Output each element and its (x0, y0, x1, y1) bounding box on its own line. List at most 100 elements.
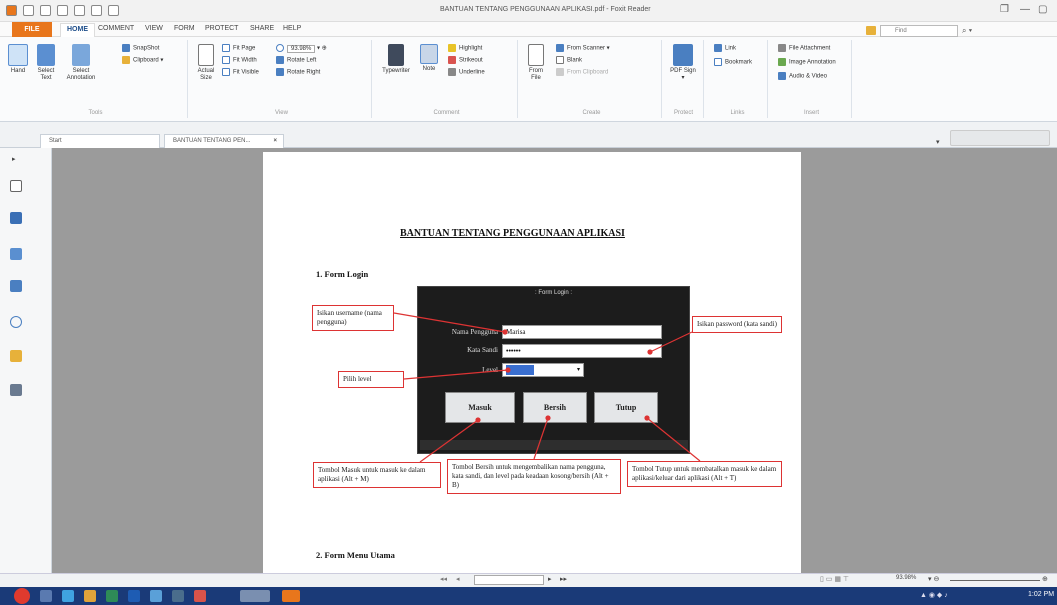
status-zoom[interactable]: 93.98% (896, 575, 916, 581)
tab-form[interactable]: FORM (174, 25, 195, 32)
taskbar-app-icon[interactable] (40, 590, 52, 602)
taskbar-app-icon[interactable] (62, 590, 74, 602)
blank-button[interactable]: Blank (556, 56, 582, 64)
from-file-icon (528, 44, 544, 66)
system-tray-icons[interactable]: ▲ ◉ ◆ ♪ (920, 591, 948, 599)
bookmarks-icon[interactable] (10, 212, 22, 224)
maximize-icon[interactable]: ▢ (1038, 4, 1047, 15)
zoom-icon (276, 44, 284, 52)
zoom-combo[interactable]: 93.98% ▾ ⊕ (276, 44, 327, 53)
next-page-icon[interactable]: ▸ (548, 575, 552, 583)
snapshot-button[interactable]: SnapShot (122, 44, 159, 52)
rotate-left-button[interactable]: Rotate Left (276, 56, 316, 64)
note-label: Note (422, 66, 436, 72)
tab-document[interactable]: BANTUAN TENTANG PEN... × (164, 134, 284, 148)
pages-icon[interactable] (10, 180, 22, 192)
tab-home[interactable]: HOME (60, 23, 95, 37)
bookmark-button[interactable]: Bookmark (714, 58, 752, 66)
tab-view[interactable]: VIEW (145, 25, 163, 32)
tools-group-label: Tools (88, 110, 103, 116)
taskbar-app-icon[interactable] (84, 590, 96, 602)
open-icon[interactable] (22, 5, 34, 16)
last-page-icon[interactable]: ▸▸ (560, 575, 567, 583)
view-group-label: View (275, 110, 288, 116)
rotate-left-icon (276, 56, 284, 64)
new-icon[interactable] (73, 5, 85, 16)
audio-video-button[interactable]: Audio & Video (778, 72, 827, 80)
find-icon (866, 26, 876, 35)
redo-icon[interactable] (107, 5, 119, 16)
insert-group-label: Insert (803, 110, 819, 116)
fit-page-button[interactable]: Fit Page (222, 44, 255, 52)
taskbar-app-icon[interactable] (240, 590, 270, 602)
page-number-input[interactable] (474, 575, 544, 585)
underline-button[interactable]: Underline (448, 68, 485, 76)
security-icon[interactable] (10, 350, 22, 362)
hand-button[interactable]: Hand (6, 44, 30, 75)
tab-list-chevron-icon[interactable]: ▾ (936, 138, 940, 146)
zoom-out-icon[interactable]: ▾ ⊖ (928, 575, 939, 583)
callout-password: Isikan password (kata sandi) (692, 316, 782, 333)
tab-start[interactable]: Start (40, 134, 160, 148)
file-tab[interactable]: FILE (12, 22, 52, 37)
comments-icon[interactable] (10, 248, 22, 260)
fit-visible-button[interactable]: Fit Visible (222, 68, 259, 76)
expand-panel-icon[interactable]: ▸ (12, 155, 16, 163)
layers-icon[interactable] (10, 280, 22, 292)
clock[interactable]: 1:02 PM (1028, 591, 1054, 598)
tab-help[interactable]: HELP (283, 25, 301, 32)
save-icon[interactable] (39, 5, 51, 16)
from-scanner-button[interactable]: From Scanner ▾ (556, 44, 610, 52)
actual-size-button[interactable]: Actual Size (194, 44, 218, 82)
taskbar-foxit-icon[interactable] (282, 590, 300, 602)
callout-bersih: Tombol Bersih untuk mengembalikan nama p… (447, 459, 621, 494)
select-text-button[interactable]: Select Text (32, 44, 60, 82)
taskbar-app-icon[interactable] (172, 590, 184, 602)
link-button[interactable]: Link (714, 44, 736, 52)
rotate-right-button[interactable]: Rotate Right (276, 68, 320, 76)
from-file-button[interactable]: From File (524, 44, 548, 82)
taskbar-app-icon[interactable] (106, 590, 118, 602)
insert-group: File Attachment Image Annotation Audio &… (772, 40, 852, 118)
fit-visible-icon (222, 68, 230, 76)
hand-label: Hand (10, 68, 26, 74)
from-clipboard-icon (556, 68, 564, 76)
hand-icon (8, 44, 28, 66)
start-icon[interactable] (14, 588, 30, 604)
attachments-icon[interactable] (10, 316, 22, 328)
tab-comment[interactable]: COMMENT (98, 25, 134, 32)
section-heading-login: 1. Form Login (316, 269, 369, 279)
search-input[interactable]: Find (880, 25, 958, 37)
select-annotation-button[interactable]: Select Annotation (64, 44, 98, 82)
from-clipboard-button[interactable]: From Clipboard (556, 68, 608, 76)
pdf-sign-icon (673, 44, 693, 66)
print-icon[interactable] (56, 5, 68, 16)
image-annotation-button[interactable]: Image Annotation (778, 58, 836, 66)
pdf-sign-button[interactable]: PDF Sign ▾ (668, 44, 698, 82)
fit-width-button[interactable]: Fit Width (222, 56, 257, 64)
typewriter-button[interactable]: Typewriter (378, 44, 414, 75)
note-button[interactable]: Note (416, 44, 442, 73)
first-page-icon[interactable]: ◂◂ (440, 575, 447, 583)
actual-size-label: Actual Size (197, 68, 215, 81)
taskbar-app-icon[interactable] (128, 590, 140, 602)
signatures-icon[interactable] (10, 384, 22, 396)
prev-page-icon[interactable]: ◂ (456, 575, 460, 583)
search-icon[interactable]: ⌕ ▾ (962, 26, 972, 36)
tab-protect[interactable]: PROTECT (205, 25, 238, 32)
taskbar-app-icon[interactable] (194, 590, 206, 602)
minimize-icon[interactable]: — (1020, 4, 1030, 15)
strikeout-button[interactable]: Strikeout (448, 56, 483, 64)
file-attachment-button[interactable]: File Attachment (778, 44, 830, 52)
zoom-slider[interactable] (950, 580, 1040, 581)
clipboard-button[interactable]: Clipboard ▾ (122, 56, 163, 64)
tab-share[interactable]: SHARE (250, 25, 274, 32)
undo-icon[interactable] (90, 5, 102, 16)
zoom-in-icon[interactable]: ⊕ (1042, 575, 1048, 583)
taskbar-app-icon[interactable] (150, 590, 162, 602)
close-tab-icon[interactable]: × (273, 135, 277, 148)
restore-icon[interactable]: ❐ (1000, 4, 1009, 15)
video-icon (778, 72, 786, 80)
page-layout-icons[interactable]: ▯ ▭ ▦ ⊤ (820, 575, 849, 583)
highlight-button[interactable]: Highlight (448, 44, 482, 52)
